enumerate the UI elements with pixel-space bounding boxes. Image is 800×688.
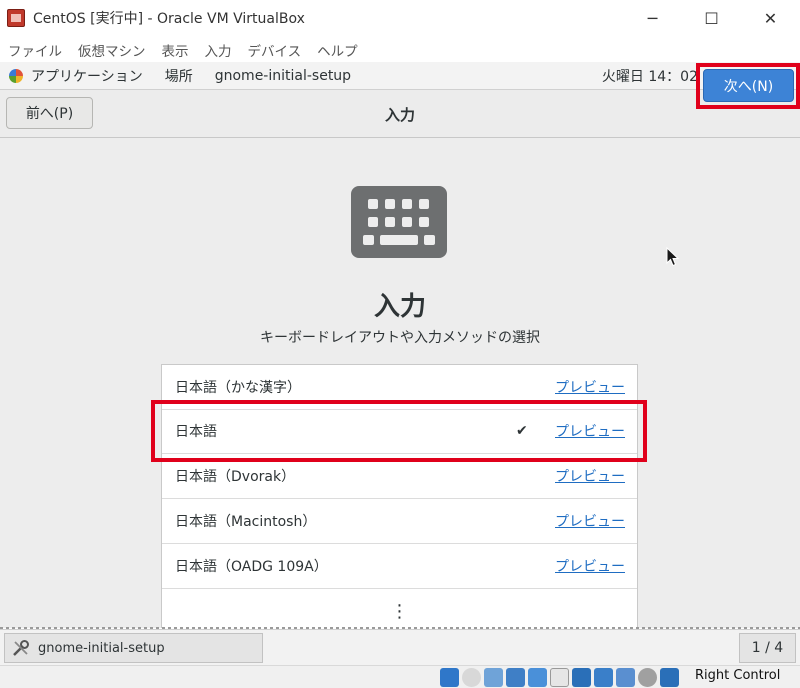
taskbar-window-label: gnome-initial-setup	[38, 640, 165, 656]
page-subtitle: キーボードレイアウトや入力メソッドの選択	[260, 330, 540, 346]
menu-input[interactable]: 入力	[205, 40, 232, 60]
display-icon[interactable]	[572, 668, 591, 687]
app-menu[interactable]: gnome-initial-setup	[215, 68, 351, 84]
audio-icon[interactable]	[484, 668, 503, 687]
input-source-label: 日本語（かな漢字）	[175, 380, 301, 396]
more-options-button[interactable]: ⋮	[162, 591, 637, 628]
previous-button[interactable]: 前へ(P)	[6, 97, 93, 129]
minimize-button[interactable]: ─	[623, 0, 682, 36]
header-title: 入力	[384, 105, 415, 124]
host-key-arrow-icon[interactable]	[660, 668, 679, 687]
panel-clock[interactable]: 火曜日 14：02	[602, 66, 698, 86]
mouse-integration-icon[interactable]	[638, 668, 657, 687]
optical-drive-icon[interactable]	[462, 668, 481, 687]
next-button[interactable]: 次へ(N)	[703, 69, 794, 102]
video-capture-icon[interactable]	[594, 668, 613, 687]
input-source-label: 日本語（Macintosh）	[175, 514, 317, 530]
keyboard-icon	[351, 186, 447, 258]
preview-link[interactable]: プレビュー	[555, 511, 625, 531]
virtualbox-menubar: ファイル 仮想マシン 表示 入力 デバイス ヘルプ	[0, 38, 800, 62]
cpu-icon[interactable]	[616, 668, 635, 687]
network-adapter-icon[interactable]	[506, 668, 525, 687]
status-icons	[440, 668, 682, 687]
mouse-pointer-icon	[666, 247, 680, 267]
input-source-label: 日本語（OADG 109A）	[175, 559, 328, 575]
virtualbox-statusbar: Right Control	[0, 665, 800, 688]
hard-disk-icon[interactable]	[440, 668, 459, 687]
setup-header-bar: 前へ(P) 入力	[0, 90, 800, 138]
preview-link[interactable]: プレビュー	[555, 466, 625, 486]
workspace-indicator[interactable]: 1 / 4	[739, 633, 796, 663]
window-controls: ─ ☐ ✕	[623, 0, 800, 36]
menu-file[interactable]: ファイル	[8, 40, 62, 60]
places-menu[interactable]: 場所	[165, 66, 193, 86]
menu-view[interactable]: 表示	[162, 40, 189, 60]
taskbar-window-button[interactable]: gnome-initial-setup	[4, 633, 263, 663]
preview-link[interactable]: プレビュー	[555, 377, 625, 397]
input-source-label: 日本語（Dvorak）	[175, 469, 296, 485]
preview-link[interactable]: プレビュー	[555, 556, 625, 576]
maximize-button[interactable]: ☐	[682, 0, 741, 36]
close-button[interactable]: ✕	[741, 0, 800, 36]
window-title: CentOS [実行中] - Oracle VM VirtualBox	[33, 11, 305, 27]
input-source-row[interactable]: 日本語（Macintosh） プレビュー	[162, 499, 637, 544]
menu-help[interactable]: ヘルプ	[317, 40, 358, 60]
guest-taskbar: gnome-initial-setup 1 / 4	[0, 629, 800, 665]
menu-devices[interactable]: デバイス	[248, 40, 302, 60]
usb-icon[interactable]	[528, 668, 547, 687]
page-heading: 入力	[373, 292, 426, 322]
virtualbox-app-icon	[7, 9, 25, 27]
guest-screen: アプリケーション 場所 gnome-initial-setup 火曜日 14：0…	[0, 62, 800, 628]
shared-folders-icon[interactable]	[550, 668, 569, 687]
menu-machine[interactable]: 仮想マシン	[78, 40, 146, 60]
setup-tools-icon	[13, 640, 29, 656]
gnome-top-panel: アプリケーション 場所 gnome-initial-setup 火曜日 14：0…	[0, 62, 800, 90]
gnome-foot-icon	[9, 68, 23, 83]
applications-menu[interactable]: アプリケーション	[31, 66, 143, 86]
host-key-label: Right Control	[695, 668, 781, 683]
selected-row-highlight	[151, 400, 647, 462]
window-titlebar: CentOS [実行中] - Oracle VM VirtualBox ─ ☐ …	[0, 0, 800, 36]
input-source-row[interactable]: 日本語（OADG 109A） プレビュー	[162, 544, 637, 589]
